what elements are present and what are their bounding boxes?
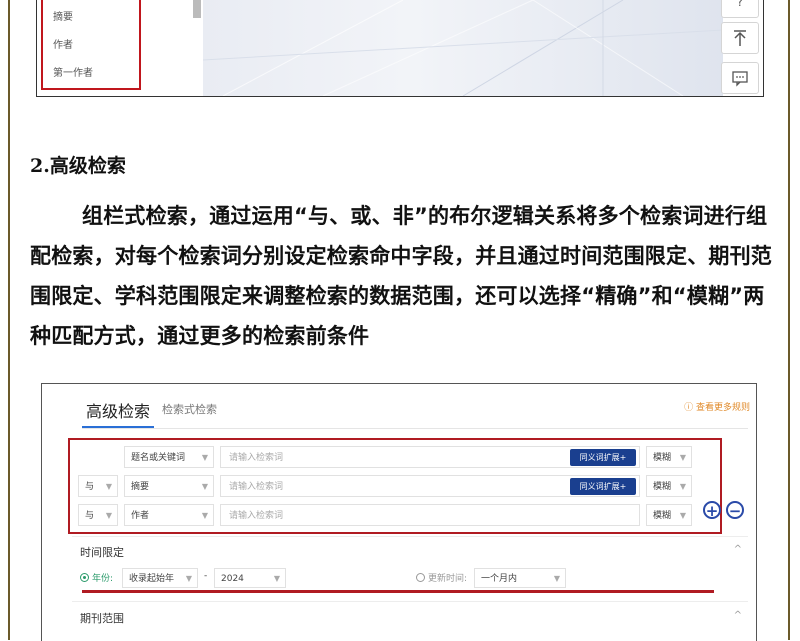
chevron-down-icon: ▼ [679,482,686,491]
field-select-3-value: 作者 [131,511,150,521]
field-select-screenshot: 摘要 作者 第一作者 ? [36,0,764,97]
chevron-down-icon: ▼ [105,511,112,520]
year-label: 年份: [92,574,114,584]
tab-divider [82,428,748,429]
section-heading: 2.高级检索 [30,155,126,177]
synonym-expand-button-2[interactable]: 同义词扩展+ [570,478,636,495]
time-limit-row: 年份: 收录起始年 ▼ - 2024 ▼ 更新时间: 一个月内 ▼ [78,568,718,588]
back-to-top-button[interactable] [721,22,759,54]
criteria-row-2: 与 ▼ 摘要 ▼ 请输入检索词 同义词扩展+ 模糊 ▼ [78,475,708,499]
update-time-radio[interactable] [416,573,425,582]
criteria-row-3: 与 ▼ 作者 ▼ 请输入检索词 模糊 ▼ [78,504,708,528]
page-border-left [8,0,10,640]
page-border-right [788,0,790,640]
match-select-3[interactable]: 模糊 ▼ [646,504,692,526]
chevron-down-icon: ▼ [273,574,280,583]
year-end-value: 2024 [221,574,244,584]
field-select-2[interactable]: 摘要 ▼ [124,475,214,497]
add-row-button[interactable]: + [703,501,721,520]
match-select-1-value: 模糊 [653,453,672,463]
field-item-abstract[interactable]: 摘要 [53,8,73,23]
feedback-button[interactable] [721,62,759,94]
time-limit-heading: 时间限定 [80,546,124,559]
help-icon: ? [736,0,744,9]
year-radio[interactable] [80,573,89,582]
keyword-input-3[interactable]: 请输入检索词 [220,504,640,526]
match-select-1[interactable]: 模糊 ▼ [646,446,692,468]
keyword-input-3-placeholder: 请输入检索词 [229,511,284,521]
update-time-select[interactable]: 一个月内 ▼ [474,568,566,588]
logic-select-3-value: 与 [85,511,95,521]
banner-decoration [203,0,723,96]
chevron-down-icon: ▼ [679,453,686,462]
chevron-down-icon: ▼ [201,482,208,491]
criteria-row-1: 题名或关键词 ▼ 请输入检索词 同义词扩展+ 模糊 ▼ [78,446,708,470]
chevron-down-icon: ▼ [679,511,686,520]
chevron-up-icon[interactable]: ^ [734,544,742,555]
chevron-up-icon[interactable]: ^ [734,610,742,621]
journal-range-heading: 期刊范围 [80,612,124,625]
section-paragraph: 组栏式检索，通过运用“与、或、非”的布尔逻辑关系将多个检索词进行组配检索，对每个… [30,204,772,348]
field-item-author[interactable]: 作者 [53,36,73,51]
update-time-value: 一个月内 [481,574,518,584]
section-divider-time [72,536,748,537]
field-select-3[interactable]: 作者 ▼ [124,504,214,526]
chevron-down-icon: ▼ [105,482,112,491]
field-select-1-value: 题名或关键词 [131,453,186,463]
field-item-first-author[interactable]: 第一作者 [53,64,93,79]
tab-expression-search[interactable]: 检索式检索 [162,401,217,417]
background-banner [203,0,723,96]
chat-icon [732,71,748,87]
arrow-top-icon [734,30,746,46]
dropdown-scrollbar[interactable] [193,0,201,18]
match-select-2[interactable]: 模糊 ▼ [646,475,692,497]
year-end-select[interactable]: 2024 ▼ [214,568,286,588]
keyword-input-1-placeholder: 请输入检索词 [229,453,284,463]
highlight-underline [82,590,714,593]
chevron-down-icon: ▼ [201,453,208,462]
year-range-dash: - [204,571,208,581]
match-select-2-value: 模糊 [653,482,672,492]
field-select-1[interactable]: 题名或关键词 ▼ [124,446,214,468]
tab-advanced-search[interactable]: 高级检索 [86,398,150,422]
year-start-value: 收录起始年 [129,574,175,584]
field-select-2-value: 摘要 [131,482,150,492]
search-criteria-box: 题名或关键词 ▼ 请输入检索词 同义词扩展+ 模糊 ▼ 与 ▼ 摘要 ▼ 请输入检索词 … [68,438,722,534]
match-select-3-value: 模糊 [653,511,672,521]
logic-select-2[interactable]: 与 ▼ [78,475,118,497]
logic-select-3[interactable]: 与 ▼ [78,504,118,526]
remove-row-button[interactable]: − [726,501,744,520]
synonym-expand-button-1[interactable]: 同义词扩展+ [570,449,636,466]
keyword-input-2-placeholder: 请输入检索词 [229,482,284,492]
logic-select-2-value: 与 [85,482,95,492]
chevron-down-icon: ▼ [201,511,208,520]
advanced-search-screenshot: 高级检索 检索式检索 ⓘ 查看更多规则 题名或关键词 ▼ 请输入检索词 同义词扩展… [41,383,757,641]
active-tab-indicator [82,426,154,428]
year-start-select[interactable]: 收录起始年 ▼ [122,568,198,588]
side-help-button[interactable]: ? [721,0,759,18]
more-rules-link[interactable]: ⓘ 查看更多规则 [684,400,750,413]
chevron-down-icon: ▼ [553,574,560,583]
field-dropdown-list: 摘要 作者 第一作者 [41,0,141,90]
section-divider-journal [72,601,748,602]
update-time-label: 更新时间: [428,574,468,584]
chevron-down-icon: ▼ [185,574,192,583]
